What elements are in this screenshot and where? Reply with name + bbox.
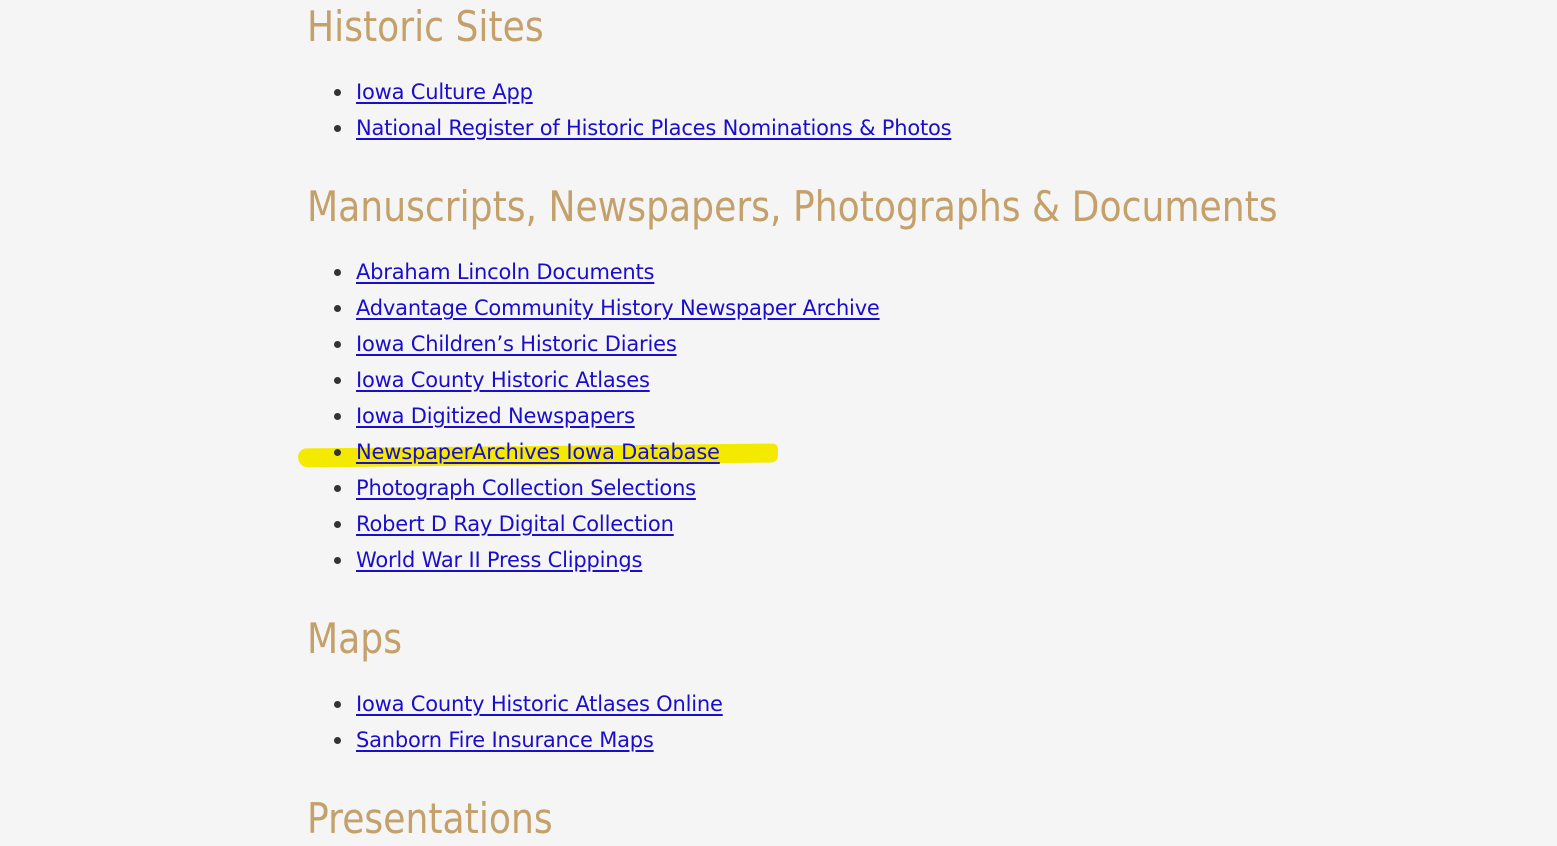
- heading-maps: Maps: [307, 614, 403, 663]
- bullet-icon: [334, 557, 341, 564]
- bullet-icon: [334, 377, 341, 384]
- link-wwii-press-clippings[interactable]: World War II Press Clippings: [356, 548, 642, 572]
- main-content: Historic Sites Iowa Culture App National…: [307, 0, 1407, 846]
- bullet-icon: [334, 89, 341, 96]
- link-county-historic-atlases[interactable]: Iowa County Historic Atlases: [356, 368, 650, 392]
- bullet-icon: [334, 413, 341, 420]
- list-item: Iowa County Historic Atlases Online: [307, 686, 1407, 722]
- heading-presentations: Presentations: [307, 794, 553, 843]
- list-item: Iowa County Historic Atlases: [307, 362, 1407, 398]
- list-item: World War II Press Clippings: [307, 542, 1407, 578]
- heading-manuscripts: Manuscripts, Newspapers, Photographs & D…: [307, 182, 1278, 231]
- list-item: National Register of Historic Places Nom…: [307, 110, 1407, 146]
- link-national-register[interactable]: National Register of Historic Places Nom…: [356, 116, 952, 140]
- bullet-icon: [334, 305, 341, 312]
- link-advantage-newspaper-archive[interactable]: Advantage Community History Newspaper Ar…: [356, 296, 880, 320]
- link-childrens-historic-diaries[interactable]: Iowa Children’s Historic Diaries: [356, 332, 677, 356]
- bullet-icon: [334, 125, 341, 132]
- list-item: Photograph Collection Selections: [307, 470, 1407, 506]
- bullet-icon: [334, 701, 341, 708]
- list-manuscripts: Abraham Lincoln Documents Advantage Comm…: [307, 254, 1407, 578]
- list-item: Iowa Culture App: [307, 74, 1407, 110]
- list-item: Robert D Ray Digital Collection: [307, 506, 1407, 542]
- bullet-icon: [334, 485, 341, 492]
- link-digitized-newspapers[interactable]: Iowa Digitized Newspapers: [356, 404, 635, 428]
- list-item: Sanborn Fire Insurance Maps: [307, 722, 1407, 758]
- bullet-icon: [334, 737, 341, 744]
- link-robert-d-ray-collection[interactable]: Robert D Ray Digital Collection: [356, 512, 674, 536]
- list-maps: Iowa County Historic Atlases Online Sanb…: [307, 686, 1407, 758]
- link-photograph-collection-selections[interactable]: Photograph Collection Selections: [356, 476, 696, 500]
- bullet-icon: [334, 521, 341, 528]
- bullet-icon: [334, 269, 341, 276]
- link-newspaperarchives-iowa-database[interactable]: NewspaperArchives Iowa Database: [356, 440, 720, 464]
- list-historic-sites: Iowa Culture App National Register of Hi…: [307, 74, 1407, 146]
- link-county-atlases-online[interactable]: Iowa County Historic Atlases Online: [356, 692, 723, 716]
- bullet-icon: [334, 449, 341, 456]
- list-item: Iowa Digitized Newspapers: [307, 398, 1407, 434]
- bullet-icon: [334, 341, 341, 348]
- list-item: Advantage Community History Newspaper Ar…: [307, 290, 1407, 326]
- link-abraham-lincoln-documents[interactable]: Abraham Lincoln Documents: [356, 260, 655, 284]
- list-item: Abraham Lincoln Documents: [307, 254, 1407, 290]
- link-sanborn-fire-insurance-maps[interactable]: Sanborn Fire Insurance Maps: [356, 728, 654, 752]
- link-iowa-culture-app[interactable]: Iowa Culture App: [356, 80, 533, 104]
- list-item-highlighted: NewspaperArchives Iowa Database: [307, 434, 1407, 470]
- list-item: Iowa Children’s Historic Diaries: [307, 326, 1407, 362]
- heading-historic-sites: Historic Sites: [307, 2, 544, 51]
